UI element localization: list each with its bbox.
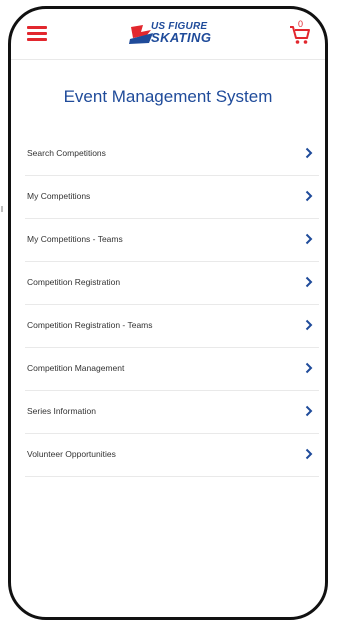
menu-item-label: Competition Registration [27, 277, 121, 287]
menu-item-series-information[interactable]: Series Information [25, 391, 319, 434]
main-menu: Search Competitions My Competitions My C… [25, 133, 319, 477]
menu-item-competition-registration-teams[interactable]: Competition Registration - Teams [25, 305, 319, 348]
menu-item-my-competitions[interactable]: My Competitions [25, 176, 319, 219]
hamburger-line [27, 32, 47, 35]
menu-item-label: My Competitions [27, 191, 91, 201]
menu-item-competition-management[interactable]: Competition Management [25, 348, 319, 391]
menu-item-label: Competition Registration - Teams [27, 320, 153, 330]
chevron-right-icon [305, 319, 313, 331]
chevron-right-icon [305, 362, 313, 374]
chevron-right-icon [305, 448, 313, 460]
chevron-right-icon [305, 276, 313, 288]
us-figure-skating-logo[interactable]: US FIGURE SKATING [129, 21, 221, 47]
menu-item-search-competitions[interactable]: Search Competitions [25, 133, 319, 176]
menu-item-competition-registration[interactable]: Competition Registration [25, 262, 319, 305]
edge-mark [1, 206, 3, 212]
top-bar: US FIGURE SKATING 0 [11, 9, 325, 60]
cart-icon[interactable]: 0 [289, 19, 311, 45]
menu-item-label: Volunteer Opportunities [27, 449, 116, 459]
menu-item-my-competitions-teams[interactable]: My Competitions - Teams [25, 219, 319, 262]
hamburger-icon[interactable] [27, 26, 47, 42]
hamburger-line [27, 38, 47, 41]
logo-text: US FIGURE SKATING [151, 21, 212, 45]
menu-item-label: My Competitions - Teams [27, 234, 123, 244]
menu-item-label: Search Competitions [27, 148, 106, 158]
chevron-right-icon [305, 190, 313, 202]
cart-count: 0 [298, 19, 304, 29]
phone-frame: US FIGURE SKATING 0 Event Management Sys… [8, 6, 328, 620]
menu-item-label: Competition Management [27, 363, 125, 373]
menu-item-label: Series Information [27, 406, 96, 416]
menu-item-volunteer-opportunities[interactable]: Volunteer Opportunities [25, 434, 319, 477]
chevron-right-icon [305, 405, 313, 417]
chevron-right-icon [305, 147, 313, 159]
logo-line2: SKATING [151, 30, 212, 45]
page-title: Event Management System [63, 87, 273, 106]
chevron-right-icon [305, 233, 313, 245]
hamburger-line [27, 26, 47, 29]
